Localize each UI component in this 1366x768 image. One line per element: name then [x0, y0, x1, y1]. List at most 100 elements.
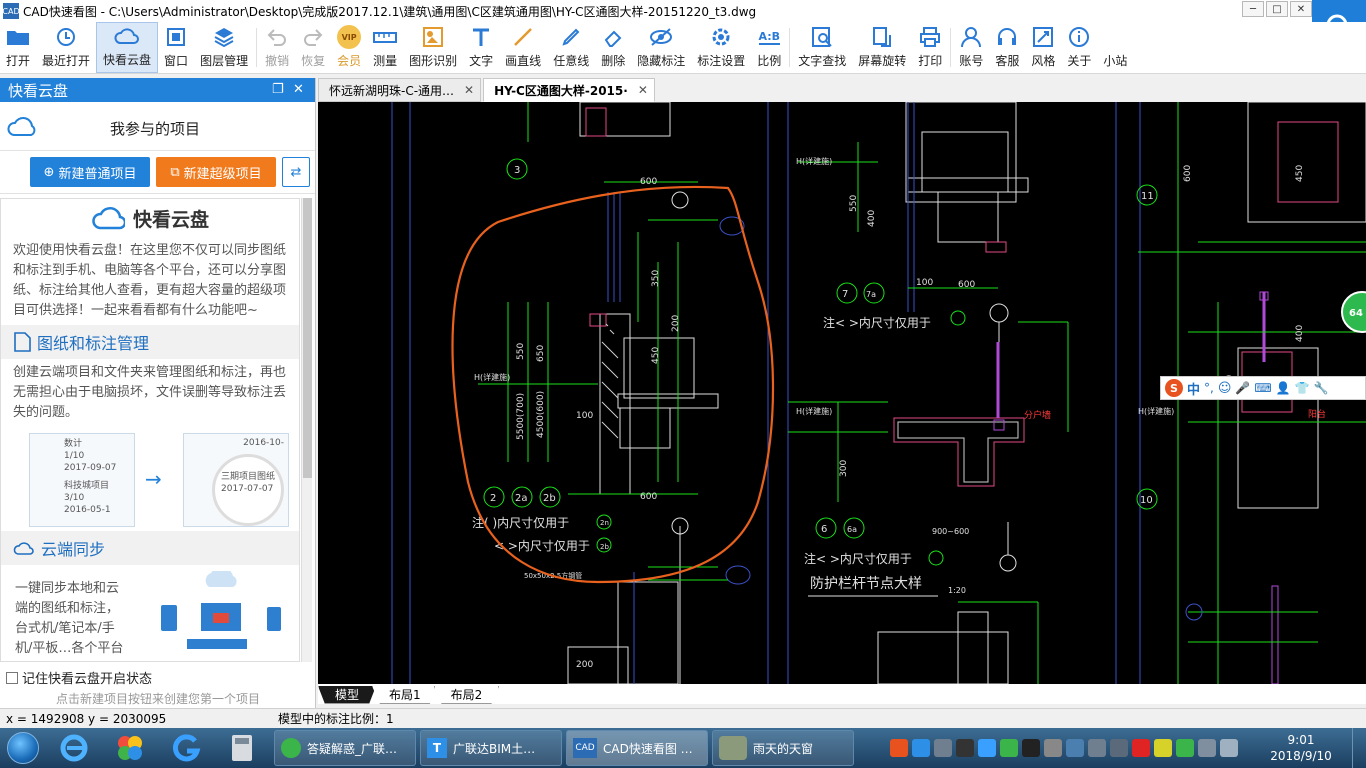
close-tab-icon[interactable]: ✕: [638, 83, 648, 97]
new-super-project-button[interactable]: ⧉ 新建超级项目: [156, 157, 276, 187]
about-button[interactable]: 关于: [1061, 22, 1097, 73]
delete-button[interactable]: 删除: [595, 22, 631, 73]
print-button[interactable]: 打印: [912, 22, 948, 73]
support-button[interactable]: 客服: [989, 22, 1025, 73]
show-desktop-button[interactable]: [1352, 728, 1366, 768]
settings-tray-icon[interactable]: [934, 739, 952, 757]
annotation-settings-button[interactable]: 标注设置: [691, 22, 751, 73]
tab-layout-1[interactable]: 布局1: [372, 686, 438, 704]
device-tray-icon[interactable]: [1198, 739, 1216, 757]
svg-text:450: 450: [1295, 165, 1305, 182]
restore-panel-button[interactable]: ❐: [272, 82, 284, 97]
close-tab-icon[interactable]: ✕: [464, 83, 474, 97]
keyboard-icon[interactable]: ⌨: [1254, 381, 1271, 395]
tab-model[interactable]: 模型: [318, 686, 377, 704]
info-icon: [1068, 24, 1090, 50]
thermometer-tray-icon[interactable]: [1044, 739, 1062, 757]
minimize-button[interactable]: ─: [1242, 1, 1264, 17]
layer-manager-button[interactable]: 图层管理: [194, 22, 254, 73]
g-tray-icon[interactable]: [978, 739, 996, 757]
project-illustration: 数计 1/10 2017-09-07 科技城项目 3/10 2016-05-1 …: [1, 427, 299, 531]
task-rainy-skylight[interactable]: 雨天的天窗: [712, 730, 854, 766]
account-button[interactable]: 账号: [953, 22, 989, 73]
rotate-screen-button[interactable]: 屏幕旋转: [852, 22, 912, 73]
svg-text:6: 6: [821, 524, 827, 535]
wrench-icon[interactable]: 🔧: [1314, 381, 1329, 395]
user-icon[interactable]: 👤: [1276, 381, 1291, 395]
close-window-button[interactable]: ✕: [1290, 1, 1312, 17]
punctuation-icon[interactable]: °,: [1204, 381, 1214, 395]
help-tray-icon[interactable]: [912, 739, 930, 757]
text-search-button[interactable]: 文字查找: [792, 22, 852, 73]
shape-recognize-button[interactable]: 图形识别: [403, 22, 463, 73]
my-projects-row[interactable]: 我参与的项目: [0, 102, 315, 150]
open-button[interactable]: 打开: [0, 22, 36, 73]
redo-button[interactable]: 恢复: [295, 22, 331, 73]
hide-annotation-button[interactable]: 隐藏标注: [631, 22, 691, 73]
system-clock[interactable]: 9:01 2018/9/10: [1266, 732, 1336, 764]
ime-mode-label[interactable]: 中: [1187, 379, 1200, 398]
task-cad-viewer[interactable]: CAD CAD快速看图 …: [566, 730, 708, 766]
eye-hide-icon: [649, 24, 673, 50]
new-normal-project-button[interactable]: ⊕ 新建普通项目: [30, 157, 150, 187]
close-panel-button[interactable]: ✕: [293, 82, 304, 97]
red-tray-icon[interactable]: [1132, 739, 1150, 757]
pinned-colorful-app[interactable]: [102, 729, 158, 767]
create-project-hint: 点击新建项目按钮来创建您第一个项目: [55, 692, 260, 706]
recent-button[interactable]: 最近打开: [36, 22, 96, 73]
main-toolbar: 打开 最近打开 快看云盘 窗口 图层管理 撤销 恢复 VIP 会员 测量 图形识…: [0, 22, 1366, 74]
sync-cloud-icon: [13, 542, 34, 555]
tab-document-1[interactable]: 怀远新湖明珠-C-通用… ✕: [318, 78, 482, 102]
panel-scrollbar[interactable]: [301, 198, 312, 662]
qq-tray-icon[interactable]: [1022, 739, 1040, 757]
pinwheel-icon: [118, 736, 142, 760]
t-app-icon: T: [427, 738, 447, 758]
svg-text:900~600: 900~600: [932, 527, 969, 536]
pinned-calculator[interactable]: [214, 729, 270, 767]
cloud-disk-button[interactable]: 快看云盘: [96, 22, 159, 73]
remember-checkbox[interactable]: [6, 671, 18, 684]
box-tray-icon[interactable]: [1088, 739, 1106, 757]
start-button[interactable]: [0, 729, 46, 767]
task-qa-browser[interactable]: 答疑解惑_广联…: [274, 730, 416, 766]
draw-line-button[interactable]: 画直线: [499, 22, 547, 73]
window-button[interactable]: 窗口: [158, 22, 194, 73]
skin-icon[interactable]: 👕: [1295, 381, 1310, 395]
ime-toolbar[interactable]: S 中 °, ☺ 🎤 ⌨ 👤 👕 🔧: [1160, 376, 1366, 400]
remember-state-option[interactable]: 记住快看云盘开启状态: [6, 668, 152, 687]
scrollbar-thumb[interactable]: [303, 198, 312, 478]
svg-text:阳台: 阳台: [1308, 408, 1326, 420]
sogou-tray-icon[interactable]: [890, 739, 908, 757]
plus-tray-icon[interactable]: [1154, 739, 1172, 757]
volume-icon[interactable]: [1220, 739, 1238, 757]
emoji-icon[interactable]: ☺: [1218, 381, 1232, 396]
plus-icon: ⊕: [43, 164, 55, 180]
vip-button[interactable]: VIP 会员: [331, 22, 367, 73]
scale-icon: A:B: [758, 29, 781, 45]
svg-text:6a: 6a: [847, 525, 857, 534]
tab-layout-2[interactable]: 布局2: [433, 686, 500, 704]
maximize-button[interactable]: □: [1266, 1, 1288, 17]
disk-tray-icon[interactable]: [1110, 739, 1128, 757]
microphone-icon[interactable]: 🎤: [1235, 381, 1250, 395]
super-project-icon: ⧉: [170, 164, 180, 180]
tab-document-2[interactable]: HY-C区通图大样-2015· ✕: [483, 78, 655, 102]
pinned-g-app[interactable]: [158, 729, 214, 767]
shield-icon[interactable]: [1176, 739, 1194, 757]
pinned-ie[interactable]: [46, 729, 102, 767]
refresh-tray-icon[interactable]: [1000, 739, 1018, 757]
task-glodon-bim[interactable]: T 广联达BIM土…: [420, 730, 562, 766]
network-tray-icon[interactable]: [1066, 739, 1084, 757]
app-tray-icon[interactable]: [956, 739, 974, 757]
mini-site-button[interactable]: 小站: [1097, 22, 1133, 73]
sync-button[interactable]: ⇄: [282, 157, 310, 187]
measure-button[interactable]: 测量: [367, 22, 403, 73]
text-button[interactable]: 文字: [463, 22, 499, 73]
freehand-button[interactable]: 任意线: [547, 22, 595, 73]
undo-button[interactable]: 撤销: [259, 22, 295, 73]
style-button[interactable]: 风格: [1025, 22, 1061, 73]
svg-text:H(详建施): H(详建施): [796, 156, 832, 166]
detail-middle-dims: 7 7a 6 6a 注< >内尺寸仅用于 注< >内尺寸仅用于 防护栏杆节点大样…: [796, 156, 1051, 595]
scale-button[interactable]: A:B 比例: [751, 22, 787, 73]
rotate-icon: [871, 24, 893, 50]
